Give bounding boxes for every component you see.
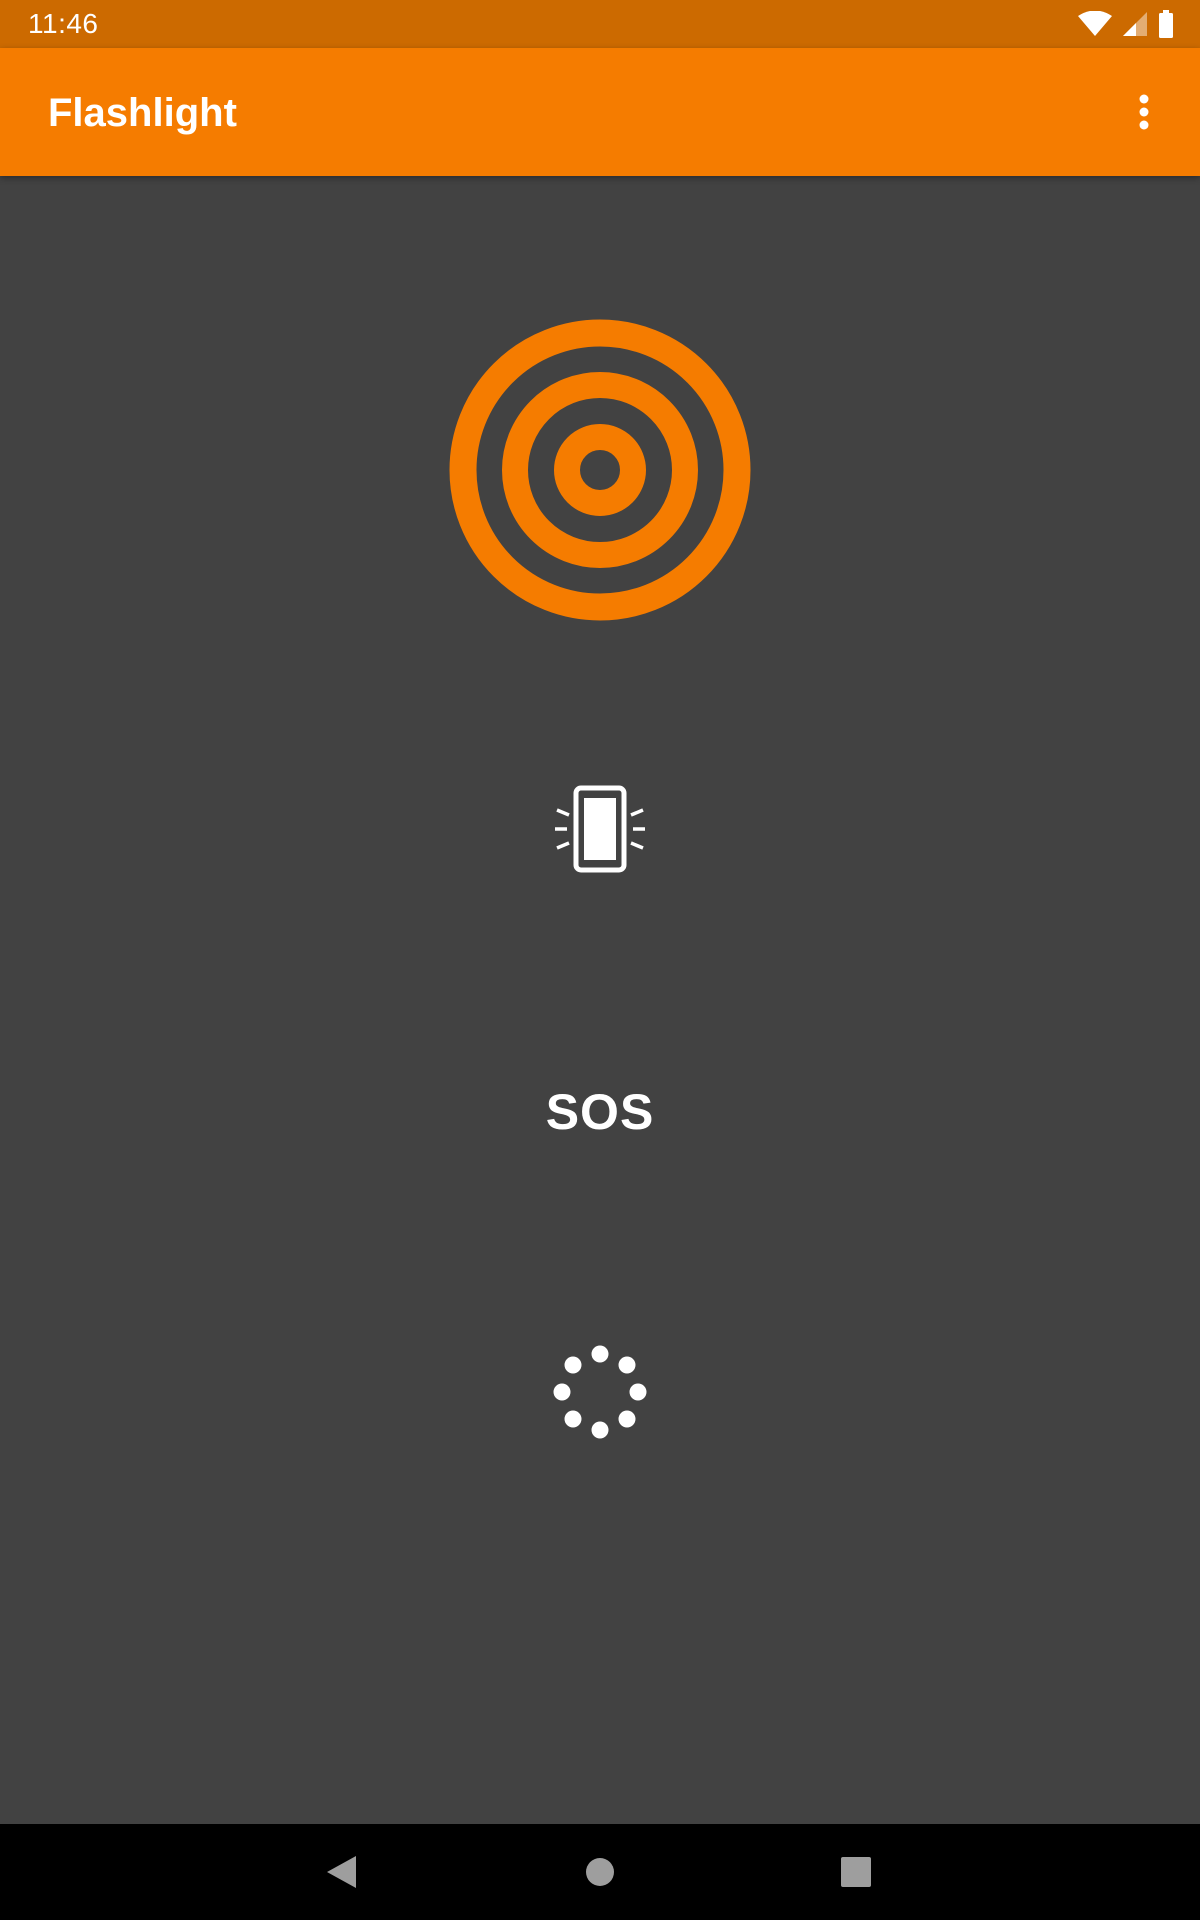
status-icons: [1078, 8, 1174, 40]
sos-label: SOS: [545, 1084, 655, 1140]
flashlight-toggle-button[interactable]: [448, 318, 752, 622]
nav-home-button[interactable]: [564, 1836, 636, 1908]
recents-icon: [841, 1857, 871, 1887]
vibrating-phone-icon: [555, 785, 645, 873]
status-bar: 11:46: [0, 0, 1200, 48]
navigation-bar: [0, 1824, 1200, 1920]
sos-button[interactable]: SOS: [520, 1076, 680, 1148]
home-icon: [586, 1858, 614, 1886]
app-bar: Flashlight: [0, 48, 1200, 176]
dotted-circle-icon: [553, 1345, 647, 1439]
overflow-menu-button[interactable]: [1108, 76, 1180, 148]
concentric-rings-icon: [449, 319, 751, 621]
nav-back-button[interactable]: [306, 1836, 378, 1908]
battery-icon: [1159, 10, 1173, 38]
status-time: 11:46: [28, 8, 99, 39]
stroboscope-button[interactable]: [550, 780, 650, 880]
app-title: Flashlight: [48, 91, 237, 135]
bright-display-button[interactable]: [550, 1342, 650, 1442]
back-icon: [327, 1856, 356, 1888]
wifi-icon: [1078, 11, 1112, 36]
more-vert-icon: [1139, 94, 1149, 130]
main-content: SOS: [0, 176, 1200, 1824]
nav-recents-button[interactable]: [820, 1836, 892, 1908]
cell-signal-icon: [1123, 12, 1147, 36]
